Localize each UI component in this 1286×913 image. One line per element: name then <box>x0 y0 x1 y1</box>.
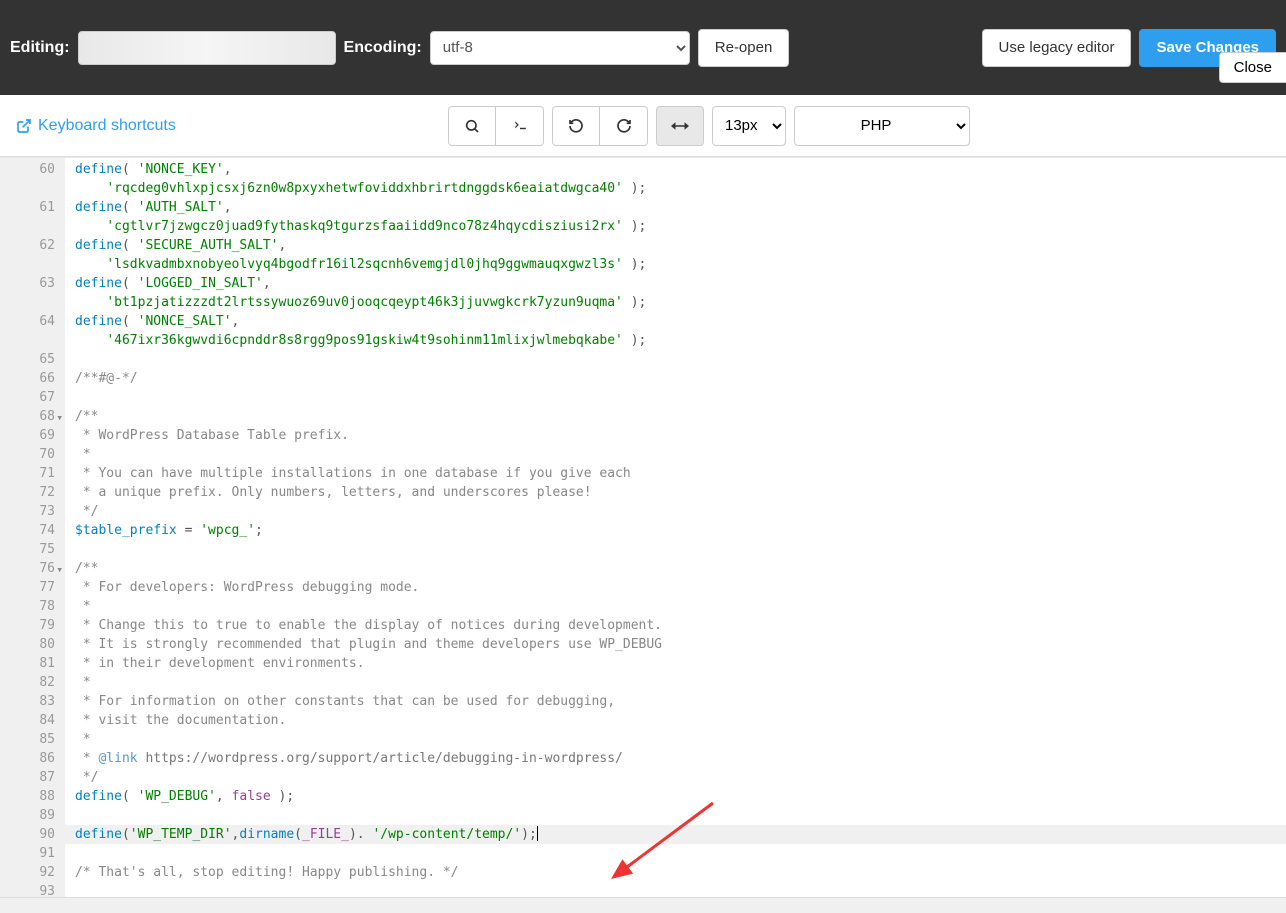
wrap-toggle-button[interactable] <box>656 106 704 146</box>
horizontal-scrollbar[interactable] <box>0 897 1286 913</box>
terminal-icon <box>511 119 529 133</box>
undo-icon <box>568 118 584 134</box>
search-button[interactable] <box>448 106 496 146</box>
external-link-icon <box>16 118 32 134</box>
keyboard-shortcuts-label: Keyboard shortcuts <box>38 117 176 135</box>
undo-button[interactable] <box>552 106 600 146</box>
fontsize-select[interactable]: 13px <box>712 106 786 146</box>
reopen-button[interactable]: Re-open <box>698 29 790 67</box>
code-content[interactable]: define( 'NONCE_KEY', 'rqcdeg0vhlxpjcsxj6… <box>65 158 1286 897</box>
encoding-label: Encoding: <box>344 39 422 57</box>
language-select[interactable]: PHP <box>794 106 970 146</box>
line-number-gutter: 606162636465666768▾6970717273747576▾7778… <box>0 158 65 897</box>
top-bar: Editing: Encoding: utf-8 Re-open Use leg… <box>0 0 1286 95</box>
terminal-button[interactable] <box>496 106 544 146</box>
horizontal-arrows-icon <box>671 119 689 133</box>
editor-toolbar: Keyboard shortcuts 13px PHP <box>0 95 1286 157</box>
redo-button[interactable] <box>600 106 648 146</box>
legacy-editor-button[interactable]: Use legacy editor <box>982 29 1132 67</box>
encoding-select[interactable]: utf-8 <box>430 31 690 65</box>
close-button[interactable]: Close <box>1219 52 1286 83</box>
redo-icon <box>616 118 632 134</box>
code-editor[interactable]: 606162636465666768▾6970717273747576▾7778… <box>0 157 1286 897</box>
editing-filename-input[interactable] <box>78 31 336 65</box>
editing-label: Editing: <box>10 39 70 57</box>
keyboard-shortcuts-link[interactable]: Keyboard shortcuts <box>16 117 176 135</box>
search-icon <box>464 118 480 134</box>
